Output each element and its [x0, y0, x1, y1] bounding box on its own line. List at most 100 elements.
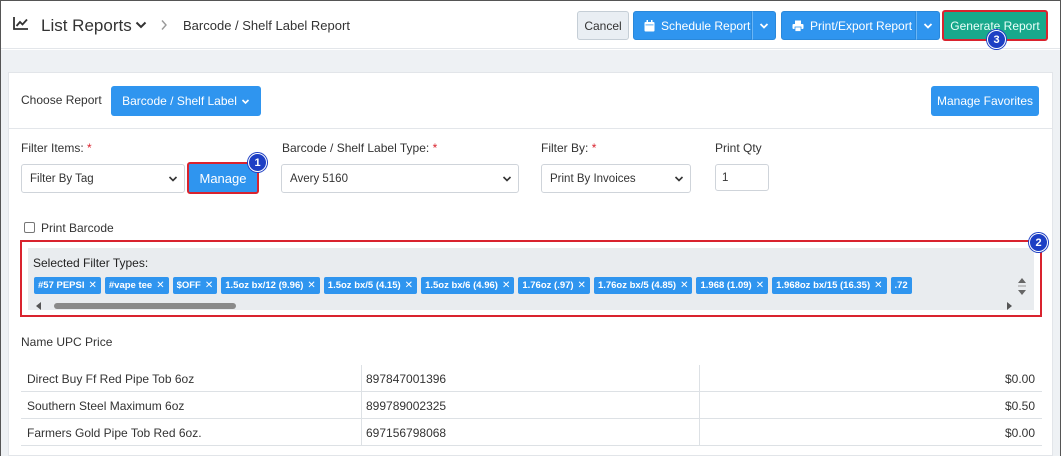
label-type-label: Barcode / Shelf Label Type: * — [282, 141, 437, 155]
remove-chip-icon[interactable]: ✕ — [578, 280, 586, 291]
print-qty-input[interactable]: 1 — [715, 164, 769, 191]
filter-by-label: Filter By: * — [541, 141, 596, 155]
column-header-upc[interactable]: UPC — [56, 335, 81, 349]
report-dropdown-label: Barcode / Shelf Label — [122, 94, 237, 108]
filter-chip[interactable]: 1.5oz bx/6 (4.96) ✕ — [421, 277, 515, 294]
remove-chip-icon[interactable]: ✕ — [874, 280, 882, 291]
column-header-price[interactable]: Price — [85, 335, 112, 349]
filter-chip[interactable]: 1.5oz bx/12 (9.96) ✕ — [221, 277, 320, 294]
filter-chip-label: 1.968 (1.09) — [700, 280, 752, 291]
schedule-report-label: Schedule Report — [661, 18, 751, 33]
table-row[interactable]: Direct Buy Ff Red Pipe Tob 6oz 8978470013… — [21, 365, 1042, 392]
remove-chip-icon[interactable]: ✕ — [756, 280, 764, 291]
filter-by-value: Print By Invoices — [550, 172, 636, 185]
table-row[interactable]: Southern Steel Maximum 6oz 899789002325 $0… — [21, 392, 1042, 419]
report-dropdown-button[interactable]: Barcode / Shelf Label — [111, 86, 261, 116]
filter-chip[interactable]: 1.968oz bx/15 (16.35) ✕ — [772, 277, 887, 294]
print-export-label: Print/Export Report — [810, 18, 913, 33]
filter-items-value: Filter By Tag — [30, 172, 94, 185]
vertical-scroll-arrows[interactable] — [1016, 275, 1028, 299]
table-row[interactable]: Farmers Gold Pipe Tob Red 6oz. 6971567980… — [21, 419, 1042, 446]
filter-chip-label: 1.5oz bx/5 (4.15) — [327, 280, 401, 291]
print-qty-label: Print Qty — [715, 141, 762, 155]
page-title: List Reports — [41, 16, 132, 35]
filter-chip-list: #57 PEPSI ✕ #vape tee ✕ $OFF ✕ 1.5oz bx/12 (9.… — [34, 277, 1014, 296]
print-export-button[interactable]: Print/Export Report — [781, 11, 916, 40]
scrollbar-thumb[interactable] — [54, 303, 236, 309]
schedule-report-dropdown[interactable] — [752, 11, 776, 40]
chevron-down-icon — [759, 22, 769, 29]
cell-price: $0.00 — [1004, 425, 1035, 440]
column-divider — [361, 419, 362, 446]
cell-price: $0.50 — [1004, 398, 1035, 413]
remove-chip-icon[interactable]: ✕ — [156, 280, 164, 291]
filter-by-select[interactable]: Print By Invoices — [541, 164, 691, 193]
scroll-right-icon[interactable] — [1006, 302, 1012, 310]
required-mark: * — [87, 141, 92, 155]
remove-chip-icon[interactable]: ✕ — [405, 280, 413, 291]
remove-chip-icon[interactable]: ✕ — [88, 280, 96, 291]
schedule-report-button[interactable]: Schedule Report — [633, 11, 752, 40]
chevron-down-icon — [502, 176, 512, 182]
required-mark: * — [432, 141, 438, 155]
filter-chip[interactable]: 1.5oz bx/5 (4.15) ✕ — [323, 277, 418, 294]
filter-chip-label: 1.76oz bx/5 (4.85) — [597, 280, 677, 291]
filter-chip[interactable]: 1.968 (1.09) ✕ — [696, 277, 769, 294]
filter-chip[interactable]: $OFF ✕ — [172, 277, 218, 294]
filter-chip[interactable]: #vape tee ✕ — [104, 277, 169, 294]
filter-items-label: Filter Items: * — [21, 141, 92, 155]
filter-chip-label: 1.76oz (.97) — [522, 280, 574, 291]
chart-line-icon — [13, 17, 28, 30]
chevron-right-icon — [161, 20, 167, 30]
filter-chip-label: 1.968oz bx/15 (16.35) — [776, 280, 871, 291]
remove-chip-icon[interactable]: ✕ — [502, 280, 510, 291]
print-export-dropdown[interactable] — [916, 11, 940, 40]
remove-chip-icon[interactable]: ✕ — [307, 280, 315, 291]
filter-items-select[interactable]: Filter By Tag — [21, 164, 185, 193]
callout-badge-1: 1 — [248, 153, 267, 172]
chevron-down-icon — [168, 176, 178, 182]
print-barcode-checkbox[interactable] — [24, 222, 35, 233]
filter-by-label-text: Filter By: — [541, 141, 589, 155]
choose-report-label: Choose Report — [21, 93, 102, 107]
calendar-icon — [644, 19, 655, 31]
column-divider — [361, 365, 362, 392]
filter-chip[interactable]: .72 — [890, 277, 912, 294]
printer-icon — [792, 20, 804, 32]
label-type-select[interactable]: Avery 5160 — [281, 164, 519, 193]
selected-filters-panel: Selected Filter Types: #57 PEPSI ✕ #vape t… — [28, 248, 1034, 310]
cell-name: Southern Steel Maximum 6oz — [27, 398, 185, 413]
chevron-down-icon[interactable] — [135, 20, 147, 30]
cell-upc: 697156798068 — [366, 425, 447, 440]
column-divider — [699, 392, 700, 419]
filter-chip-label: 1.5oz bx/6 (4.96) — [425, 280, 498, 291]
label-type-label-text: Barcode / Shelf Label Type: — [282, 141, 430, 155]
cell-price: $0.00 — [1004, 371, 1035, 386]
cell-upc: 899789002325 — [366, 398, 447, 413]
chevron-down-icon — [923, 22, 933, 29]
divider — [9, 128, 1052, 129]
horizontal-scrollbar[interactable] — [34, 300, 1014, 310]
results-table: Name UPC Price Direct Buy Ff Red Pipe To… — [21, 335, 1042, 447]
scroll-left-icon[interactable] — [36, 302, 42, 310]
filter-chip-label: #vape tee — [108, 280, 153, 291]
selected-filters-box: Selected Filter Types: #57 PEPSI ✕ #vape t… — [20, 240, 1042, 317]
callout-badge-3: 3 — [987, 30, 1006, 49]
callout-badge-2: 2 — [1029, 233, 1048, 252]
filter-chip-label: .72 — [894, 280, 908, 291]
cancel-button[interactable]: Cancel — [577, 11, 629, 40]
filter-chip[interactable]: #57 PEPSI ✕ — [34, 277, 101, 294]
cell-name: Farmers Gold Pipe Tob Red 6oz. — [27, 425, 202, 440]
column-header-name[interactable]: Name — [21, 335, 53, 349]
remove-chip-icon[interactable]: ✕ — [205, 280, 213, 291]
manage-favorites-button[interactable]: Manage Favorites — [931, 86, 1039, 116]
filter-chip[interactable]: 1.76oz (.97) ✕ — [518, 277, 590, 294]
breadcrumb: Barcode / Shelf Label Report — [183, 18, 350, 33]
remove-chip-icon[interactable]: ✕ — [680, 280, 688, 291]
column-divider — [699, 419, 700, 446]
selected-filters-title: Selected Filter Types: — [33, 256, 149, 270]
column-divider — [699, 365, 700, 392]
label-type-value: Avery 5160 — [290, 172, 348, 185]
filter-chip[interactable]: 1.76oz bx/5 (4.85) ✕ — [593, 277, 693, 294]
filter-chip-label: #57 PEPSI — [38, 280, 85, 291]
